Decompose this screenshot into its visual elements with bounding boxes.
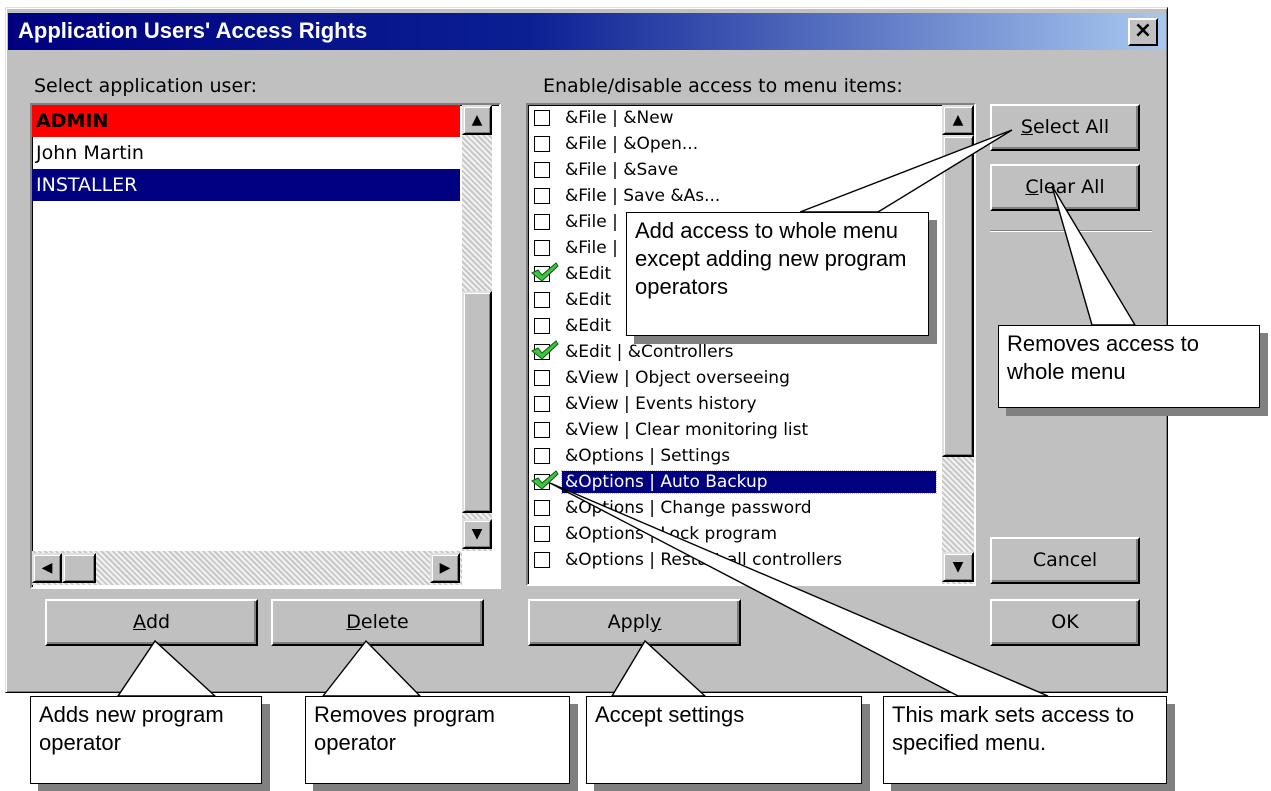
callout-select-all: Add access to whole menu except adding n…	[626, 212, 929, 336]
callout-mark: This mark sets access to specified menu.	[883, 696, 1167, 784]
callout-clear-all: Removes access to whole menu	[998, 325, 1260, 408]
callout-add: Adds new program operator	[30, 696, 262, 784]
callout-delete: Removes program operator	[305, 696, 570, 784]
callout-apply: Accept settings	[586, 696, 862, 784]
